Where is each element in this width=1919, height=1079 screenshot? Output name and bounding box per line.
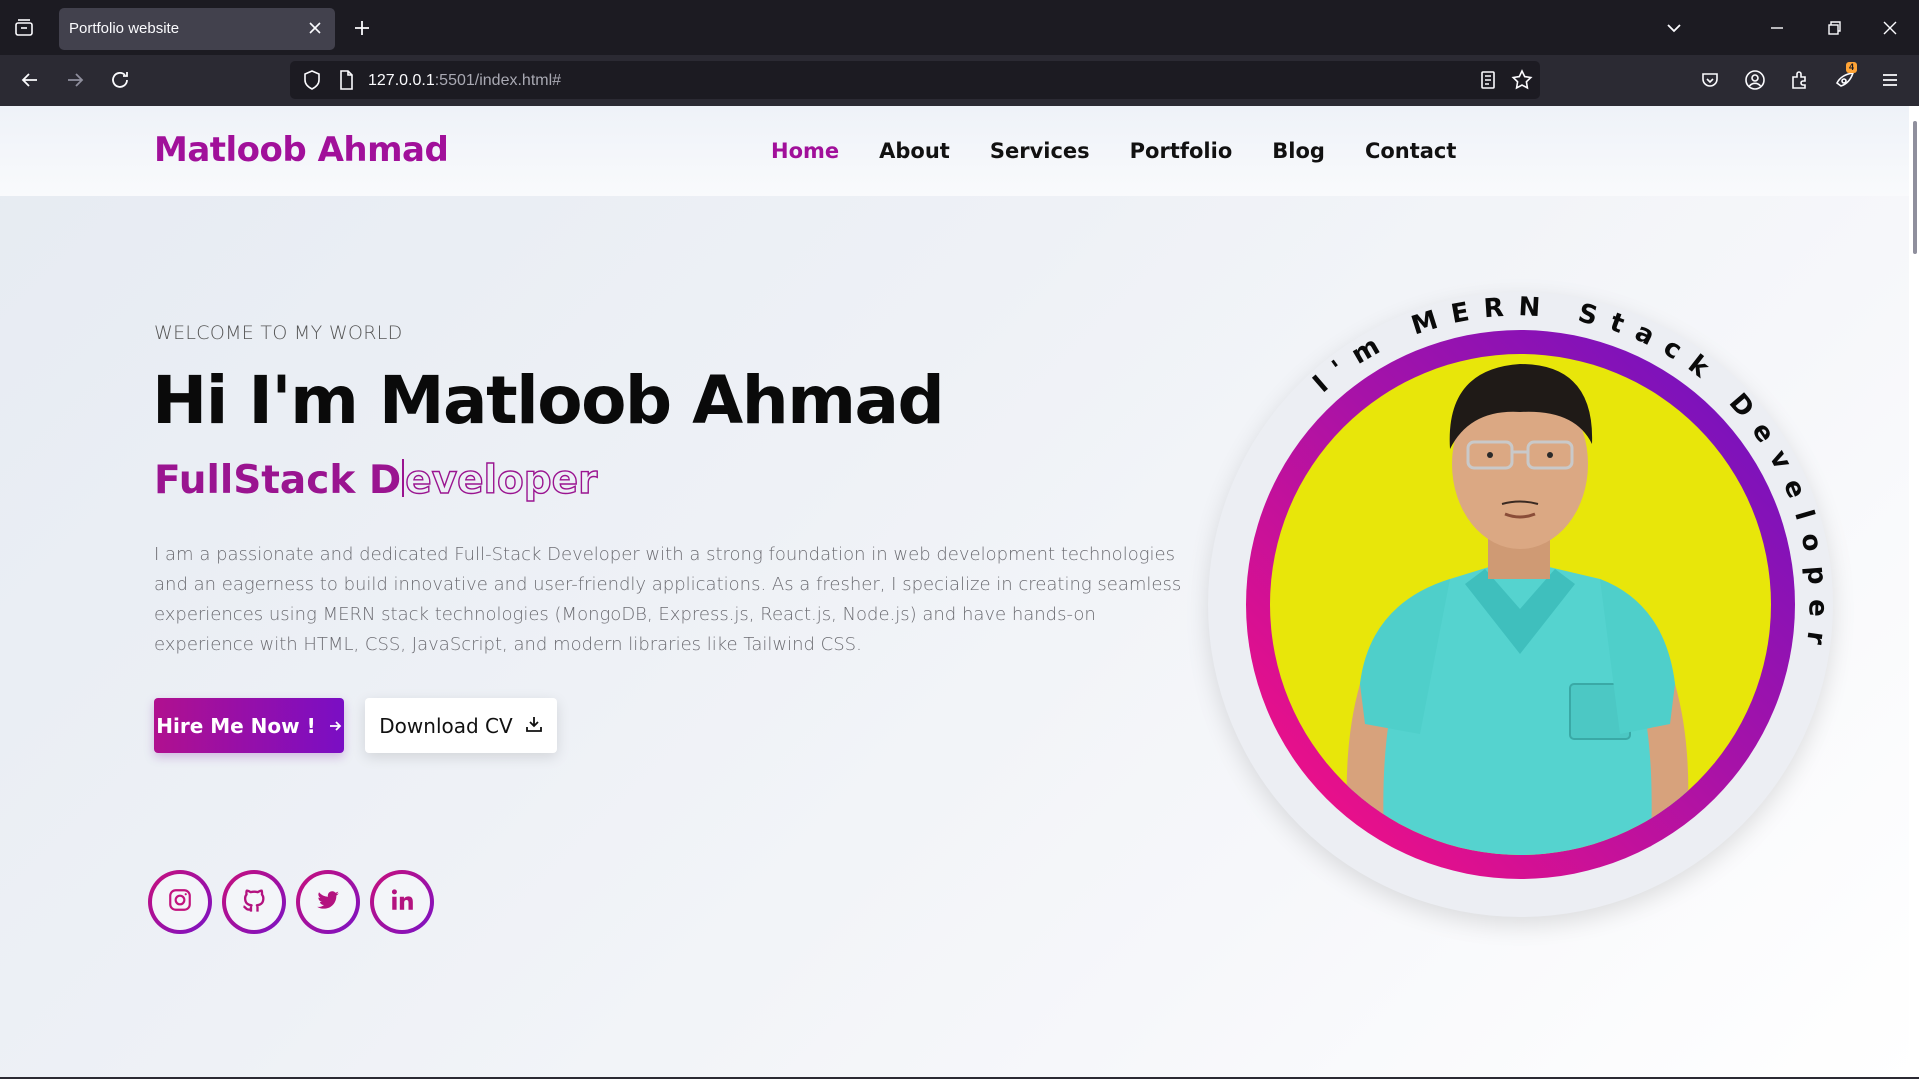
circular-title-text: I'm MERN Stack Developer	[1307, 292, 1818, 660]
instagram-link[interactable]	[148, 870, 212, 934]
nav-services[interactable]: Services	[990, 139, 1090, 163]
profile-image-frame: I'm MERN Stack Developer	[1208, 292, 1833, 917]
hire-me-label: Hire Me Now !	[156, 713, 316, 738]
nav-home[interactable]: Home	[771, 139, 839, 163]
url-text[interactable]: 127.0.0.1:5501/index.html#	[368, 72, 561, 90]
twitter-link[interactable]	[296, 870, 360, 934]
nav-about[interactable]: About	[879, 139, 950, 163]
github-link[interactable]	[222, 870, 286, 934]
typing-caret	[402, 459, 405, 497]
tab-title: Portfolio website	[69, 20, 180, 37]
circular-title: I'm MERN Stack Developer	[1307, 292, 1832, 660]
webpage: Matloob Ahmad Home About Services Portfo…	[0, 106, 1919, 1079]
hire-me-button[interactable]: Hire Me Now !	[154, 698, 344, 753]
pocket-icon[interactable]	[1698, 68, 1722, 92]
main-menu: Home About Services Portfolio Blog Conta…	[771, 139, 1456, 163]
hero-bio: I am a passionate and dedicated Full-Sta…	[154, 544, 1182, 655]
close-tab-icon[interactable]	[305, 18, 325, 38]
account-icon[interactable]	[1743, 68, 1767, 92]
page-icon[interactable]	[334, 68, 358, 92]
browser-nav-bar: 127.0.0.1:5501/index.html# 4	[0, 55, 1919, 106]
scrollbar-thumb[interactable]	[1913, 121, 1917, 254]
download-cv-button[interactable]: Download CV	[365, 698, 557, 753]
back-icon[interactable]	[18, 68, 42, 92]
welcome-subtitle: WELCOME TO MY WORLD	[154, 322, 403, 344]
download-icon	[525, 714, 543, 738]
address-bar[interactable]: 127.0.0.1:5501/index.html#	[290, 61, 1540, 99]
chevron-down-icon[interactable]	[1662, 16, 1686, 40]
nav-blog[interactable]: Blog	[1272, 139, 1325, 163]
reader-view-icon[interactable]	[1476, 68, 1500, 92]
browser-tab-active[interactable]: Portfolio website	[59, 8, 335, 50]
role-outline-text: eveloper	[405, 457, 598, 503]
reload-icon[interactable]	[108, 68, 132, 92]
new-tab-icon[interactable]	[350, 16, 374, 40]
twitter-icon	[314, 887, 342, 917]
site-logo[interactable]: Matloob Ahmad	[154, 130, 449, 170]
instagram-icon	[167, 887, 193, 917]
menu-icon[interactable]	[1878, 68, 1902, 92]
shield-icon[interactable]	[300, 68, 324, 92]
extension-badge: 4	[1846, 62, 1858, 73]
minimize-icon[interactable]	[1765, 16, 1789, 40]
github-icon	[240, 886, 268, 918]
page-scrollbar[interactable]	[1909, 106, 1919, 1079]
window-close-icon[interactable]	[1878, 16, 1902, 40]
download-cv-label: Download CV	[379, 713, 513, 738]
nav-portfolio[interactable]: Portfolio	[1130, 139, 1233, 163]
role-solid-text: FullStack D	[154, 458, 402, 503]
forward-icon[interactable]	[63, 68, 87, 92]
restore-icon[interactable]	[1822, 16, 1846, 40]
svg-text:I'm MERN Stack Developer: I'm MERN Stack Developer	[1307, 292, 1832, 660]
browser-tab-bar: Portfolio website	[0, 0, 1919, 55]
linkedin-link[interactable]	[370, 870, 434, 934]
nav-contact[interactable]: Contact	[1365, 139, 1457, 163]
role-typing-text: FullStack Developer	[154, 457, 598, 503]
site-header: Matloob Ahmad Home About Services Portfo…	[0, 106, 1909, 196]
arrow-right-icon	[328, 714, 342, 738]
bookmark-star-icon[interactable]	[1510, 68, 1534, 92]
tab-list-icon[interactable]	[12, 16, 36, 40]
linkedin-icon	[389, 887, 415, 917]
hero-title: Hi I'm Matloob Ahmad	[152, 362, 945, 439]
extensions-icon[interactable]	[1788, 68, 1812, 92]
